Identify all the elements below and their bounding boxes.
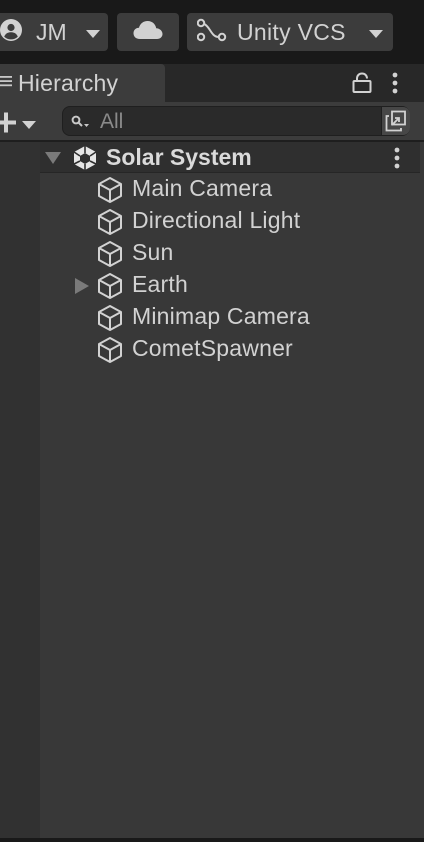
- hierarchy-item-label: Sun: [132, 239, 174, 265]
- hierarchy-item-directional-light[interactable]: Directional Light: [40, 205, 420, 237]
- hierarchy-item-sun[interactable]: Sun: [40, 237, 420, 269]
- vcs-dropdown[interactable]: Unity VCS: [187, 13, 393, 51]
- hierarchy-item-label: Main Camera: [132, 175, 273, 201]
- chevron-down-icon: [86, 26, 100, 44]
- hierarchy-item-label: Earth: [132, 271, 188, 297]
- search-input[interactable]: All: [62, 106, 410, 136]
- hierarchy-item-minimap-camera[interactable]: Minimap Camera: [40, 301, 420, 333]
- gameobject-cube-icon: [96, 336, 124, 369]
- tab-bar: Hierarchy: [0, 64, 424, 102]
- hierarchy-item-comet-spawner[interactable]: CometSpawner: [40, 333, 420, 365]
- search-placeholder: All: [100, 110, 124, 133]
- cloud-icon: [133, 20, 163, 45]
- top-toolbar: JM Unity VCS: [0, 0, 424, 64]
- branch-icon: [196, 18, 227, 47]
- chevron-down-icon[interactable]: [22, 117, 36, 135]
- fold-arrow-icon[interactable]: [44, 151, 62, 170]
- tab-menu-kebab-icon[interactable]: [390, 71, 400, 100]
- hierarchy-item-label: CometSpawner: [132, 335, 293, 361]
- vcs-label: Unity VCS: [237, 18, 346, 45]
- search-icon: [71, 115, 91, 134]
- hierarchy-item-main-camera[interactable]: Main Camera: [40, 173, 420, 205]
- hierarchy-gutter: [0, 142, 40, 838]
- tab-hierarchy[interactable]: Hierarchy: [0, 64, 165, 102]
- account-dropdown[interactable]: JM: [0, 13, 108, 51]
- account-icon: [0, 18, 22, 46]
- scene-menu-kebab-icon[interactable]: [392, 146, 402, 175]
- plus-icon[interactable]: [0, 112, 18, 139]
- account-label: JM: [36, 18, 67, 45]
- hierarchy-item-earth[interactable]: Earth: [40, 269, 420, 301]
- scene-name: Solar System: [106, 144, 252, 170]
- popout-button[interactable]: [381, 107, 410, 135]
- hierarchy-item-label: Directional Light: [132, 207, 301, 233]
- chevron-down-icon: [369, 26, 383, 44]
- popout-icon: [385, 110, 406, 132]
- cloud-button[interactable]: [117, 13, 179, 51]
- fold-arrow-icon[interactable]: [74, 278, 90, 299]
- scene-row[interactable]: Solar System: [40, 142, 420, 172]
- lock-icon[interactable]: [352, 72, 372, 99]
- hamburger-icon: [0, 74, 12, 93]
- hierarchy-item-label: Minimap Camera: [132, 303, 310, 329]
- tab-title: Hierarchy: [18, 69, 119, 96]
- window-bottom-edge: [0, 838, 424, 842]
- hierarchy-toolbar: All: [0, 102, 424, 140]
